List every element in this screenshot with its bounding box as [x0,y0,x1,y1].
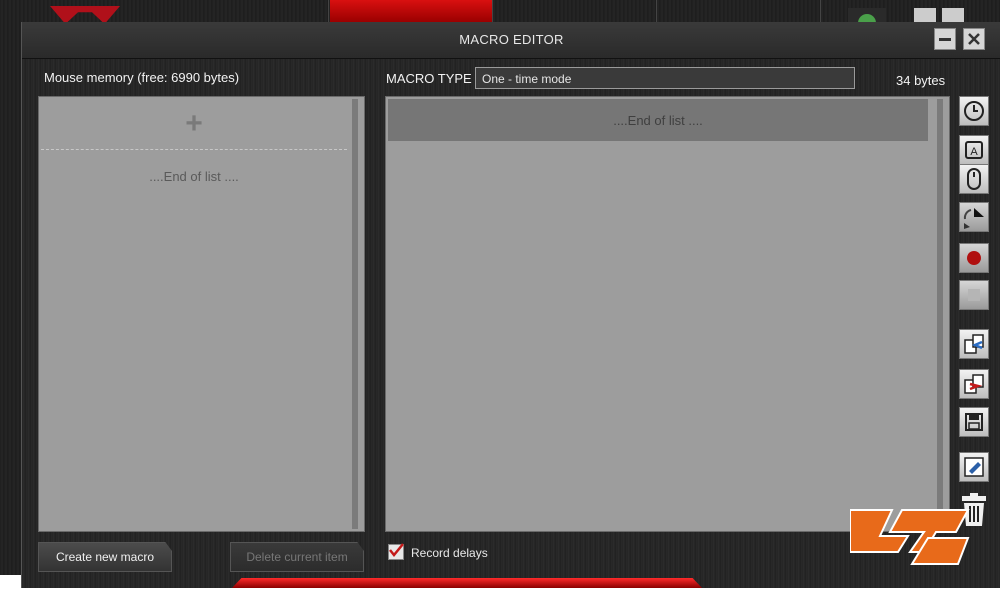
stop-button[interactable] [959,280,989,310]
record-icon [967,251,981,265]
checkmark-icon [389,543,404,557]
edit-button[interactable] [959,452,989,482]
create-macro-button[interactable]: Create new macro [38,542,172,572]
mouse-memory-label: Mouse memory (free: 6990 bytes) [44,70,240,85]
bg-tab [165,0,329,22]
insert-delay-button[interactable] [959,96,989,126]
add-macro-button[interactable]: + [39,107,349,141]
delay-clock-icon [964,101,984,121]
bg-tab [493,0,657,22]
import-button[interactable] [959,329,989,359]
insert-key-button[interactable]: A [959,135,989,165]
list-item[interactable]: ....End of list .... [388,99,928,141]
cursor-action-button[interactable] [959,202,989,232]
svg-text:A: A [970,146,978,158]
plus-icon: + [185,107,203,140]
insert-mouse-button[interactable] [959,164,989,194]
scrollbar[interactable] [937,99,943,529]
export-icon [964,374,984,394]
macro-list-panel[interactable]: + ....End of list .... [38,96,365,532]
end-of-list-label: ....End of list .... [149,169,239,184]
cursor-action-icon [963,208,984,229]
watermark-logo-icon [850,509,970,565]
stop-icon [968,289,980,301]
save-icon [965,413,983,431]
accent-bar [232,578,702,588]
title-bar: MACRO EDITOR [22,22,1000,59]
import-icon [964,334,984,354]
bg-tab [657,0,821,22]
save-button[interactable] [959,407,989,437]
export-button[interactable] [959,369,989,399]
record-delays-label: Record delays [411,546,488,560]
minimize-icon [939,38,951,41]
scrollbar[interactable] [352,99,358,529]
mouse-button-icon [967,168,981,190]
keyboard-key-icon: A [965,141,983,159]
record-button[interactable] [959,243,989,273]
dialog-title: MACRO EDITOR [459,32,564,47]
close-button[interactable] [963,28,985,50]
record-delays-checkbox[interactable] [388,543,404,560]
edit-icon [964,457,984,477]
divider [41,149,347,150]
status-indicator-icon [848,8,886,32]
bg-tab-active [330,0,493,22]
macro-editor-dialog: MACRO EDITOR Mouse memory (free: 6990 by… [21,22,1000,588]
macro-actions-panel[interactable]: ....End of list .... [385,96,950,532]
macro-type-label: MACRO TYPE [386,71,472,86]
bytes-label: 34 bytes [896,73,946,88]
macro-type-select[interactable]: One - time mode [475,67,855,89]
close-icon [968,33,980,45]
minimize-button[interactable] [934,28,956,50]
delete-item-button[interactable]: Delete current item [230,542,364,572]
end-of-list-label: ....End of list .... [613,113,703,128]
